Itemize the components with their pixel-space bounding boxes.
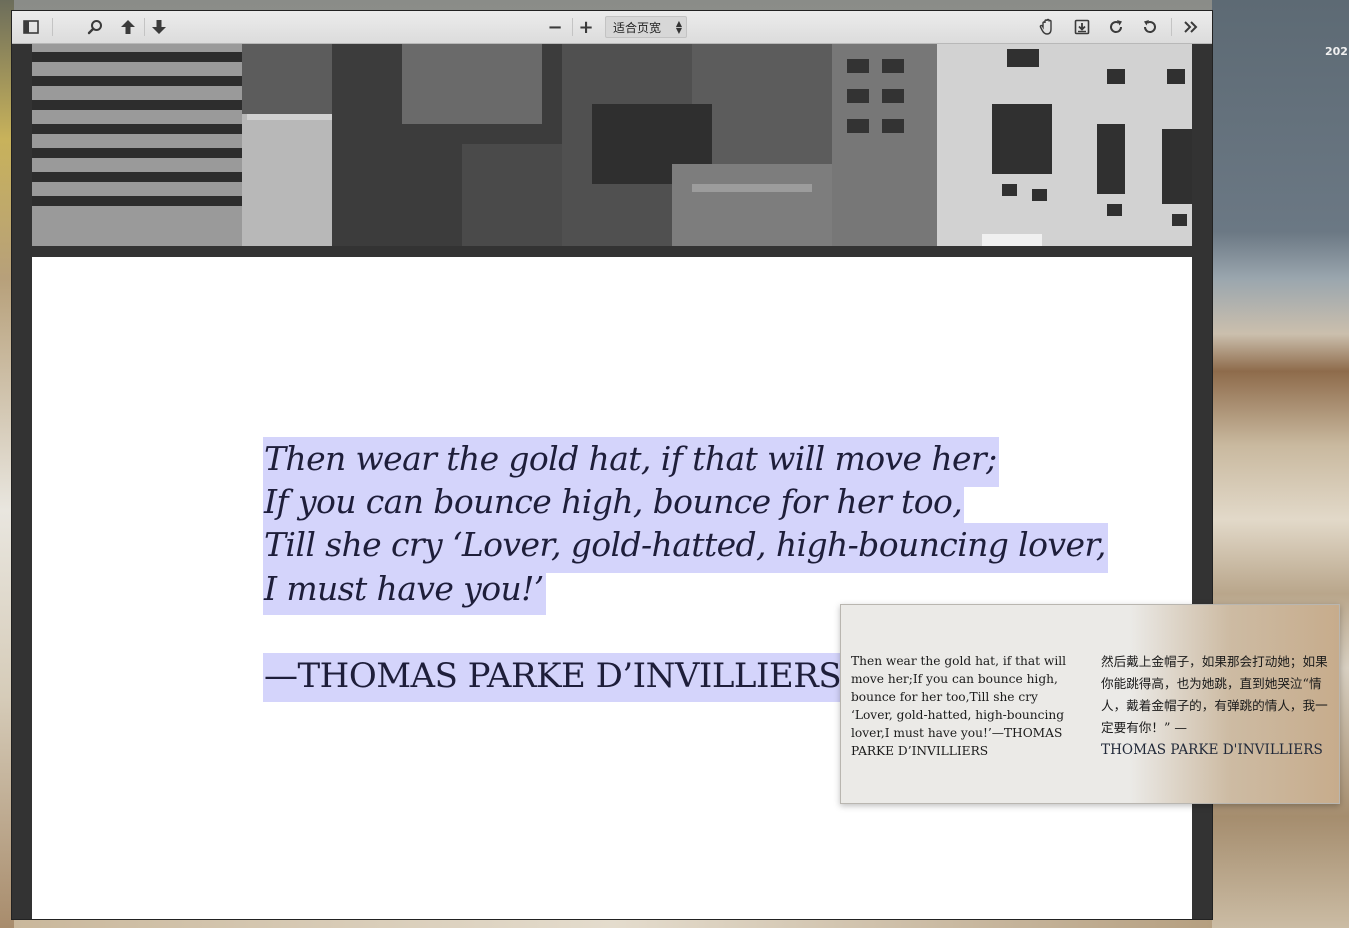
toolbar-divider: [1171, 18, 1172, 36]
toolbar-divider: [144, 18, 145, 36]
translation-source-text: Then wear the gold hat, if that will mov…: [851, 654, 1067, 758]
poem-line: Till she cry ‘Lover, gold-hatted, high-b…: [263, 523, 1108, 573]
sidebar-toggle-button[interactable]: [19, 15, 43, 39]
previous-page-button[interactable]: [116, 15, 140, 39]
arrow-up-icon: [121, 20, 135, 34]
rotate-clockwise-button[interactable]: [1104, 15, 1128, 39]
translation-result-name: THOMAS PARKE D'INVILLIERS: [1101, 742, 1323, 758]
toolbar-divider: [572, 18, 573, 36]
translation-popup[interactable]: Then wear the gold hat, if that will mov…: [840, 604, 1340, 804]
poem-attribution: —THOMAS PARKE D’INVILLIERS: [263, 653, 843, 702]
translation-result: 然后戴上金帽子，如果那会打动她；如果你能跳得高，也为她跳，直到她哭泣“情人，戴着…: [1101, 651, 1333, 761]
download-icon: [1074, 19, 1090, 35]
poem-line: I must have you!’: [263, 567, 546, 615]
download-button[interactable]: [1070, 15, 1094, 39]
desktop-date-text: 202: [1325, 45, 1348, 58]
minus-icon: −: [547, 16, 563, 38]
desktop-wallpaper-bottom: [14, 918, 1212, 928]
search-icon: [87, 20, 102, 35]
plus-icon: +: [578, 16, 594, 38]
select-arrows-icon: ▲ ▼: [675, 19, 682, 35]
hand-tool-icon: [1039, 18, 1052, 35]
hand-tool-button[interactable]: [1036, 15, 1060, 39]
toolbar-divider: [52, 18, 53, 36]
sidebar-toggle-icon: [23, 20, 39, 34]
next-page-button[interactable]: [147, 15, 171, 39]
document-page: Then wear the gold hat, if that will mov…: [32, 257, 1192, 919]
viewer-toolbar: − + 适合页宽 ▲ ▼: [12, 11, 1212, 44]
zoom-out-button[interactable]: −: [543, 15, 567, 39]
rotate-clockwise-icon: [1110, 20, 1123, 33]
zoom-select[interactable]: 适合页宽 ▲ ▼: [605, 16, 687, 38]
zoom-in-button[interactable]: +: [574, 15, 598, 39]
search-button[interactable]: [83, 15, 107, 39]
more-tools-button[interactable]: [1179, 15, 1203, 39]
poem-line: If you can bounce high, bounce for her t…: [263, 480, 965, 527]
rotate-counterclockwise-button[interactable]: [1138, 15, 1162, 39]
rotate-counterclockwise-icon: [1143, 20, 1156, 33]
zoom-select-value: 适合页宽: [613, 20, 662, 35]
translation-result-text: 然后戴上金帽子，如果那会打动她；如果你能跳得高，也为她跳，直到她哭泣“情人，戴着…: [1101, 654, 1328, 735]
double-chevron-right-icon: [1184, 21, 1198, 33]
arrow-down-icon: [152, 20, 166, 34]
city-photo-image: [32, 44, 1192, 246]
